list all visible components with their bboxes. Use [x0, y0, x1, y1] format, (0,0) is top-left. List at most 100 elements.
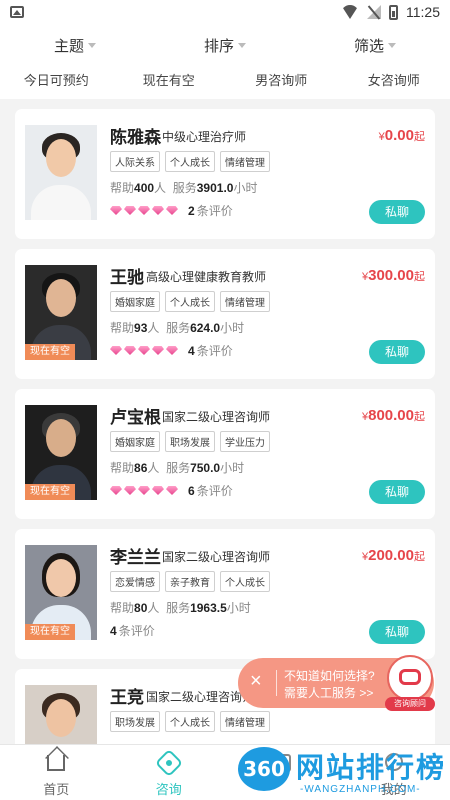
counselor-reviews: 4 条评价 — [110, 342, 233, 359]
counselor-list[interactable]: 陈雅森 中级心理治疗师 ¥0.00起 人际关系 个人成长 情绪管理 帮助400人… — [0, 99, 450, 744]
topic-tag: 亲子教育 — [165, 571, 215, 592]
wifi-icon — [341, 5, 359, 19]
watermark-title: 网站排行榜 — [296, 752, 447, 783]
counselor-tags: 恋爱情感 亲子教育 个人成长 — [110, 571, 270, 592]
gem-icon — [124, 486, 136, 495]
counselor-name: 王驰 — [110, 268, 144, 287]
counselor-reviews: 2 条评价 — [110, 202, 233, 219]
battery-icon — [389, 4, 398, 20]
available-now-badge: 现在有空 — [25, 344, 75, 360]
quick-filter-male[interactable]: 男咨询师 — [225, 66, 338, 99]
advisor-label: 咨询顾问 — [385, 697, 435, 711]
counselor-title: 国家二级心理咨询师 — [146, 690, 255, 704]
consult-advisor-button[interactable]: 咨询顾问 — [385, 655, 435, 711]
counselor-card[interactable]: 现在有空 卢宝根 国家二级心理咨询师 ¥800.00起 婚姻家庭 职场发展 学业… — [15, 389, 435, 519]
filter-screen-label: 筛选 — [353, 37, 384, 55]
help-prompt-line2: 需要人工服务 >> — [284, 686, 374, 700]
quick-filter-available-now[interactable]: 现在有空 — [113, 66, 226, 99]
watermark: 360 网站排行榜 -WANGZHANPH.COM- — [238, 744, 450, 800]
status-time: 11:25 — [406, 4, 440, 20]
counselor-name: 李兰兰 — [110, 548, 161, 567]
counselor-reviews: 4 条评价 — [110, 623, 155, 639]
gem-icon — [124, 346, 136, 355]
topic-tag: 人际关系 — [110, 151, 160, 172]
watermark-subtitle: -WANGZHANPH.COM- — [300, 784, 421, 795]
counselor-stats: 帮助93人 服务624.0小时 — [110, 321, 245, 335]
close-icon[interactable]: × — [250, 671, 262, 691]
tab-consult[interactable]: 咨询 — [113, 745, 226, 800]
private-chat-button[interactable]: 私聊 — [369, 200, 425, 224]
quick-filter-female[interactable]: 女咨询师 — [338, 66, 450, 99]
counselor-photo — [25, 685, 97, 744]
topic-tag: 个人成长 — [165, 291, 215, 312]
filter-theme-label: 主题 — [53, 37, 84, 55]
gem-icon — [110, 346, 122, 355]
counselor-name: 王竞 — [110, 688, 144, 707]
consult-icon — [154, 748, 183, 778]
gem-icon — [110, 206, 122, 215]
counselor-card[interactable]: 陈雅森 中级心理治疗师 ¥0.00起 人际关系 个人成长 情绪管理 帮助400人… — [15, 109, 435, 239]
filter-bar: 主题 排序 筛选 — [0, 24, 450, 66]
tab-consult-label: 咨询 — [155, 782, 182, 797]
filter-sort-label: 排序 — [203, 37, 234, 55]
gem-icon — [152, 346, 164, 355]
tab-home[interactable]: 首页 — [0, 745, 113, 800]
counselor-tags: 婚姻家庭 职场发展 学业压力 — [110, 431, 270, 452]
help-prompt-line1: 不知道如何选择? — [284, 669, 375, 683]
private-chat-button[interactable]: 私聊 — [369, 480, 425, 504]
counselor-photo: 现在有空 — [25, 545, 97, 640]
counselor-title: 中级心理治疗师 — [162, 130, 247, 144]
topic-tag: 情绪管理 — [220, 291, 270, 312]
status-bar-right: 11:25 — [341, 4, 440, 20]
caret-down-icon — [238, 42, 246, 48]
counselor-card[interactable]: 现在有空 王驰 高级心理健康教育教师 ¥300.00起 婚姻家庭 个人成长 情绪… — [15, 249, 435, 379]
gem-icon — [124, 206, 136, 215]
private-chat-button[interactable]: 私聊 — [369, 340, 425, 364]
gem-icon — [152, 486, 164, 495]
topic-tag: 恋爱情感 — [110, 571, 160, 592]
counselor-title: 国家二级心理咨询师 — [162, 410, 271, 424]
quick-filter-bar: 今日可预约 现在有空 男咨询师 女咨询师 — [0, 66, 450, 99]
topic-tag: 个人成长 — [165, 151, 215, 172]
counselor-title: 国家二级心理咨询师 — [162, 550, 271, 564]
divider — [276, 670, 277, 696]
gem-icon — [152, 206, 164, 215]
gem-icon — [166, 486, 178, 495]
counselor-stats: 帮助86人 服务750.0小时 — [110, 461, 245, 475]
available-now-badge: 现在有空 — [25, 624, 75, 640]
gem-icon — [138, 206, 150, 215]
topic-tag: 情绪管理 — [220, 151, 270, 172]
watermark-logo: 360 — [238, 747, 290, 791]
counselor-price: ¥800.00起 — [361, 407, 425, 424]
counselor-name: 陈雅森 — [110, 128, 161, 147]
tab-home-label: 首页 — [43, 782, 70, 797]
topic-tag: 婚姻家庭 — [110, 431, 160, 452]
filter-screen[interactable]: 筛选 — [300, 24, 450, 66]
filter-theme[interactable]: 主题 — [0, 24, 150, 66]
status-bar: 11:25 — [0, 0, 450, 24]
image-notification-icon — [10, 6, 24, 18]
counselor-tags: 婚姻家庭 个人成长 情绪管理 — [110, 291, 270, 312]
robot-icon — [399, 669, 421, 685]
filter-sort[interactable]: 排序 — [150, 24, 300, 66]
no-signal-icon — [367, 5, 381, 19]
topic-tag: 学业压力 — [220, 431, 270, 452]
caret-down-icon — [88, 42, 96, 48]
gem-icon — [110, 486, 122, 495]
counselor-photo — [25, 125, 97, 220]
topic-tag: 婚姻家庭 — [110, 291, 160, 312]
quick-filter-today[interactable]: 今日可预约 — [0, 66, 113, 99]
counselor-photo: 现在有空 — [25, 405, 97, 500]
counselor-name: 卢宝根 — [110, 408, 161, 427]
counselor-photo: 现在有空 — [25, 265, 97, 360]
topic-tag: 职场发展 — [110, 711, 160, 732]
gem-icon — [166, 206, 178, 215]
counselor-card[interactable]: 现在有空 李兰兰 国家二级心理咨询师 ¥200.00起 恋爱情感 亲子教育 个人… — [15, 529, 435, 659]
gem-icon — [138, 486, 150, 495]
topic-tag: 情绪管理 — [220, 711, 270, 732]
topic-tag: 个人成长 — [220, 571, 270, 592]
private-chat-button[interactable]: 私聊 — [369, 620, 425, 644]
counselor-reviews: 6 条评价 — [110, 482, 233, 499]
home-icon — [47, 755, 66, 771]
gem-icon — [138, 346, 150, 355]
